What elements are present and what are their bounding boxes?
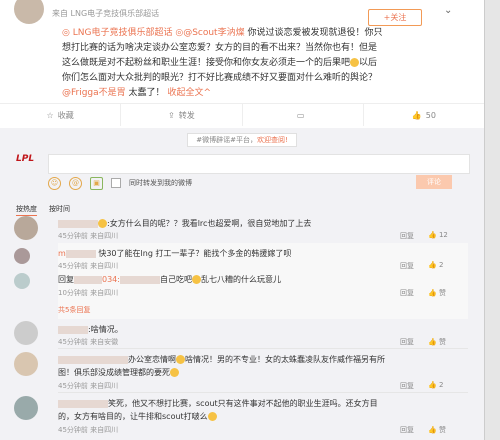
comment-actions: 回复 👍 12	[400, 231, 448, 241]
like-button[interactable]: 👍 赞	[428, 288, 446, 298]
emoji-icon	[176, 355, 185, 364]
post-text-line: 你说过谈恋爱被发现就退役！你只	[247, 28, 383, 38]
post-text-line: 太蠢了！	[128, 88, 165, 98]
topic-icon: ◎	[62, 28, 73, 38]
comment-text: 的，女方有啥目的，让牛排和scout打啵么	[58, 411, 468, 423]
reply-button[interactable]: 回复	[400, 381, 414, 391]
tab-time[interactable]: 按时间	[49, 204, 70, 216]
forward-icon: ⇪	[168, 110, 175, 120]
like-button[interactable]: 👍 12	[428, 231, 448, 241]
avatar[interactable]	[14, 352, 38, 376]
post-text-line: 这么做既是对不起粉丝和职业生涯！接受你和你女友必须走一个的后果吧	[62, 58, 351, 68]
post-text-line: 想打比赛的话为啥决定谈办公室恋爱？女方的目的看不出来？当然你也有！但是	[62, 43, 378, 53]
thumb-icon: 👍	[411, 110, 422, 120]
comment-text: :女方什么目的呢？？我看lrc也超爱啊，很自觉地加了上去	[58, 218, 468, 230]
composer-tools: ☺ @ ▣ 同时转发到我的微博	[48, 175, 468, 191]
submit-comment-button[interactable]: 评论	[416, 175, 452, 189]
avatar[interactable]	[14, 273, 30, 289]
comment-panel: #微博辟谣#平台，欢迎查阅! LPL ☺ @ ▣ 同时转发到我的微博 评论 按热…	[0, 128, 484, 440]
tagline-link[interactable]: 欢迎查阅!	[257, 136, 288, 144]
reply-button[interactable]: 回复	[400, 231, 414, 241]
reply-button[interactable]: 回复	[400, 288, 414, 298]
reply-button[interactable]: 回复	[400, 337, 414, 347]
follow-button[interactable]: +关注	[368, 9, 422, 26]
comment-meta: 45分钟前 来自四川	[58, 382, 119, 390]
forward-button[interactable]: ⇪ 转发	[121, 104, 243, 126]
lpl-logo: LPL	[16, 154, 35, 164]
reply-meta: 45分钟前 来自四川	[58, 262, 119, 270]
tab-hot[interactable]: 按热度	[16, 204, 37, 216]
avatar[interactable]	[14, 216, 38, 240]
post-meta: 来自 LNG电子竞技俱乐部超话	[52, 9, 160, 18]
mention-link[interactable]: @Frigga不是胃	[62, 88, 126, 98]
post-actions: ☆ 收藏 ⇪ 转发 ▭ 👍 50	[0, 103, 484, 126]
reply-actions: 回复 👍 2	[400, 261, 443, 271]
like-button[interactable]: 👍 50	[364, 104, 484, 126]
comment-actions: 回复 👍 赞	[400, 425, 446, 435]
emoji-icon	[191, 275, 201, 284]
post-text-line: 以后	[359, 58, 378, 68]
collapse-link[interactable]: 收起全文	[167, 88, 203, 98]
sort-tabs: 按热度 按时间	[16, 204, 70, 216]
image-icon[interactable]: ▣	[90, 176, 103, 190]
emoji-icon	[207, 412, 217, 421]
rumor-tagline: #微博辟谣#平台，欢迎查阅!	[0, 133, 484, 147]
at-icon[interactable]: @	[69, 176, 82, 190]
avatar[interactable]	[14, 248, 30, 264]
divider	[58, 392, 468, 393]
reply-actions: 回复 👍 赞	[400, 288, 446, 298]
comment-text: 办公室恋情啊 啥情况！男的不专业！女的太蛛蠢凌队友作威作福另有所	[58, 354, 468, 366]
comment-actions: 回复 👍 2	[400, 381, 443, 391]
favorite-button[interactable]: ☆ 收藏	[0, 104, 122, 126]
avatar[interactable]	[14, 321, 38, 345]
reply-text: 回复 034: 自己吃吧 乱七八糟的什么玩意儿	[58, 275, 281, 284]
topic-link[interactable]: LNG电子竞技俱乐部超话	[73, 28, 173, 38]
comment-meta: 45分钟前 来自四川	[58, 232, 119, 240]
weibo-post-card: 来自 LNG电子竞技俱乐部超话 +关注 ⌄ ◎ LNG电子竞技俱乐部超话 ◎@S…	[0, 0, 485, 440]
reply-text: m 快30了能在lng 打工一辈子？能找个多金的韩援嫁了呗	[58, 249, 292, 258]
reply-button[interactable]: 回复	[400, 261, 414, 271]
chevron-down-icon[interactable]: ⌄	[444, 5, 452, 16]
comment-meta: 45分钟前 来自安徽	[58, 338, 119, 346]
like-button[interactable]: 👍 2	[428, 381, 443, 391]
smile-emoji-icon	[350, 58, 360, 67]
forward-checkbox-label: 同时转发到我的微博	[129, 179, 192, 187]
mention-link[interactable]: @Scout李汭燦	[183, 28, 244, 38]
comment-input[interactable]	[48, 154, 470, 174]
more-replies-link[interactable]: 共5条回复	[58, 305, 90, 315]
emoji-icon	[98, 219, 107, 228]
comment-text: 图！俱乐部没成绩管理都的要死	[58, 367, 468, 379]
emoji-icon[interactable]: ☺	[48, 176, 61, 190]
avatar[interactable]	[14, 396, 38, 420]
comment-button[interactable]: ▭	[243, 104, 364, 126]
avatar[interactable]	[14, 0, 44, 24]
reply-meta: 10分钟前 来自四川	[58, 289, 119, 297]
post-header: 来自 LNG电子竞技俱乐部超话 +关注 ⌄ ◎ LNG电子竞技俱乐部超话 ◎@S…	[0, 0, 484, 128]
forward-checkbox[interactable]	[111, 178, 121, 188]
post-text-line: 你们怎么面对大众批判的眼光？打不好比赛成绩不好又要面对什么难听的舆论？	[62, 73, 378, 83]
comment-icon: ▭	[296, 110, 305, 120]
like-button[interactable]: 👍 赞	[428, 337, 446, 347]
comment-meta: 45分钟前 来自四川	[58, 426, 119, 434]
comment-actions: 回复 👍 赞	[400, 337, 446, 347]
comment-text: 笑死，他又不想打比赛，scout只有这件事对不起他的职业生涯吗。还女方目	[58, 398, 468, 410]
star-icon: ☆	[46, 110, 54, 120]
post-body: ◎ LNG电子竞技俱乐部超话 ◎@Scout李汭燦 你说过谈恋爱被发现就退役！你…	[62, 26, 470, 101]
like-button[interactable]: 👍 赞	[428, 425, 446, 435]
comment-text: :啥情况。	[58, 324, 468, 336]
like-button[interactable]: 👍 2	[428, 261, 443, 271]
scrollbar[interactable]	[485, 0, 500, 440]
topic-icon: ◎	[175, 28, 184, 38]
reply-button[interactable]: 回复	[400, 425, 414, 435]
divider	[58, 348, 468, 349]
emoji-icon	[170, 368, 179, 377]
chevron-up-icon: ^	[203, 88, 211, 98]
